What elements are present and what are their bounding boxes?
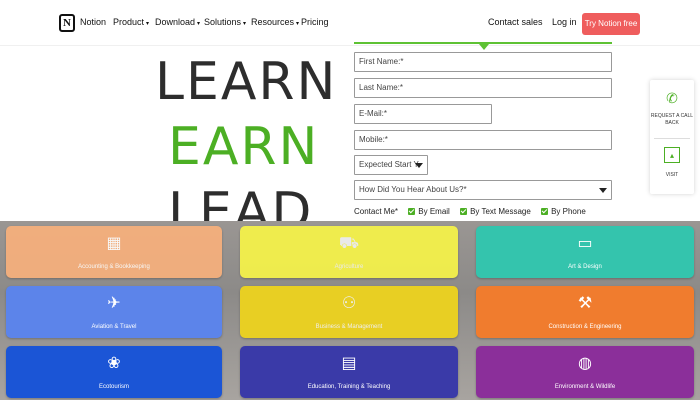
first-name-field[interactable]: First Name:* — [354, 52, 612, 72]
calculator-icon: ▦ — [106, 235, 122, 252]
tractor-icon: ⛟ — [338, 235, 360, 252]
people-icon: ⚇ — [341, 295, 357, 312]
nav-solutions[interactable]: Solutions ▾ — [204, 17, 246, 27]
visit-button[interactable]: ▴ VISIT — [650, 139, 694, 194]
login-link[interactable]: Log in — [552, 17, 577, 27]
expected-start-value: Expected Start Y — [359, 160, 419, 169]
category-tile-environment[interactable]: ◍ Environment & Wildlife — [476, 346, 694, 398]
chevron-down-icon: ▾ — [146, 21, 150, 27]
phone-option-label[interactable]: By Phone — [551, 207, 586, 216]
expected-start-select[interactable]: Expected Start Y — [354, 155, 428, 175]
category-label: Education, Training & Teaching — [307, 384, 391, 390]
airplane-icon: ✈ — [107, 295, 121, 312]
chevron-down-icon: ▾ — [197, 21, 201, 27]
category-tile-education[interactable]: ▤ Education, Training & Teaching — [240, 346, 458, 398]
side-contact-widget: ✆ REQUEST A CALL BACK ▴ VISIT — [650, 80, 694, 194]
visit-label: VISIT — [665, 172, 679, 178]
nav-download[interactable]: Download ▾ — [155, 17, 200, 27]
form-pointer-arrow — [479, 44, 489, 50]
nav-product[interactable]: Product ▾ — [113, 17, 149, 27]
request-callback-button[interactable]: ✆ REQUEST A CALL BACK — [650, 80, 694, 138]
contact-me-label: Contact Me* — [354, 207, 399, 216]
category-label: Business & Management — [315, 324, 383, 330]
category-label: Art & Design — [568, 264, 602, 270]
chevron-down-icon: ▾ — [243, 21, 247, 27]
category-tile-art-design[interactable]: ▭ Art & Design — [476, 226, 694, 278]
globe-icon: ◍ — [578, 355, 592, 372]
category-tile-accounting[interactable]: ▦ Accounting & Bookkeeping — [6, 226, 222, 278]
request-callback-label: REQUEST A CALL BACK — [650, 113, 694, 126]
phone-icon: ✆ — [666, 90, 678, 106]
teacher-icon: ▤ — [341, 355, 357, 372]
category-label: Construction & Engineering — [548, 324, 622, 330]
email-placeholder: E-Mail:* — [359, 109, 388, 118]
chevron-down-icon: ▾ — [296, 21, 300, 27]
eco-icon: ❀ — [107, 355, 121, 372]
email-field[interactable]: E-Mail:* — [354, 104, 492, 124]
hear-about-select[interactable]: How Did You Hear About Us?* — [354, 180, 612, 200]
last-name-placeholder: Last Name:* — [359, 83, 404, 92]
mobile-field[interactable]: Mobile:* — [354, 130, 612, 150]
contact-sales-link[interactable]: Contact sales — [488, 17, 543, 27]
brand-name[interactable]: Notion — [80, 17, 106, 27]
text-option-label[interactable]: By Text Message — [470, 207, 531, 216]
category-tile-agriculture[interactable]: ⛟ Agriculture — [240, 226, 458, 278]
category-label: Aviation & Travel — [91, 324, 137, 330]
category-label: Ecotourism — [98, 384, 129, 390]
slogan-earn: EARN — [168, 117, 320, 177]
category-tile-ecotourism[interactable]: ❀ Ecotourism — [6, 346, 222, 398]
category-tile-construction[interactable]: ⚒ Construction & Engineering — [476, 286, 694, 338]
contact-preferences: Contact Me* By Email By Text Message By … — [354, 207, 586, 216]
category-label: Accounting & Bookkeeping — [78, 264, 150, 270]
slogan-learn: LEARN — [155, 52, 338, 112]
try-notion-free-button[interactable]: Try Notion free — [582, 13, 640, 35]
dropdown-arrow-icon — [415, 163, 423, 168]
presentation-icon: ▴ — [664, 147, 680, 163]
hammer-icon: ⚒ — [577, 295, 593, 312]
first-name-placeholder: First Name:* — [359, 57, 404, 66]
category-label: Agriculture — [334, 264, 364, 270]
dropdown-arrow-icon — [599, 188, 607, 193]
top-navigation: N Notion Product ▾ Download ▾ Solutions ▾ R… — [0, 0, 700, 46]
category-label: Environment & Wildlife — [554, 384, 616, 390]
category-tile-aviation[interactable]: ✈ Aviation & Travel — [6, 286, 222, 338]
text-message-checkbox[interactable] — [460, 208, 468, 215]
last-name-field[interactable]: Last Name:* — [354, 78, 612, 98]
nav-pricing[interactable]: Pricing — [301, 17, 329, 27]
nav-resources[interactable]: Resources ▾ — [251, 17, 299, 27]
hear-about-value: How Did You Hear About Us?* — [359, 185, 467, 194]
phone-checkbox[interactable] — [541, 208, 549, 215]
monitor-icon: ▭ — [577, 235, 593, 252]
mobile-placeholder: Mobile:* — [359, 135, 388, 144]
category-tile-business[interactable]: ⚇ Business & Management — [240, 286, 458, 338]
email-checkbox[interactable] — [408, 208, 416, 215]
notion-logo-icon[interactable]: N — [59, 14, 75, 32]
email-option-label[interactable]: By Email — [418, 207, 450, 216]
